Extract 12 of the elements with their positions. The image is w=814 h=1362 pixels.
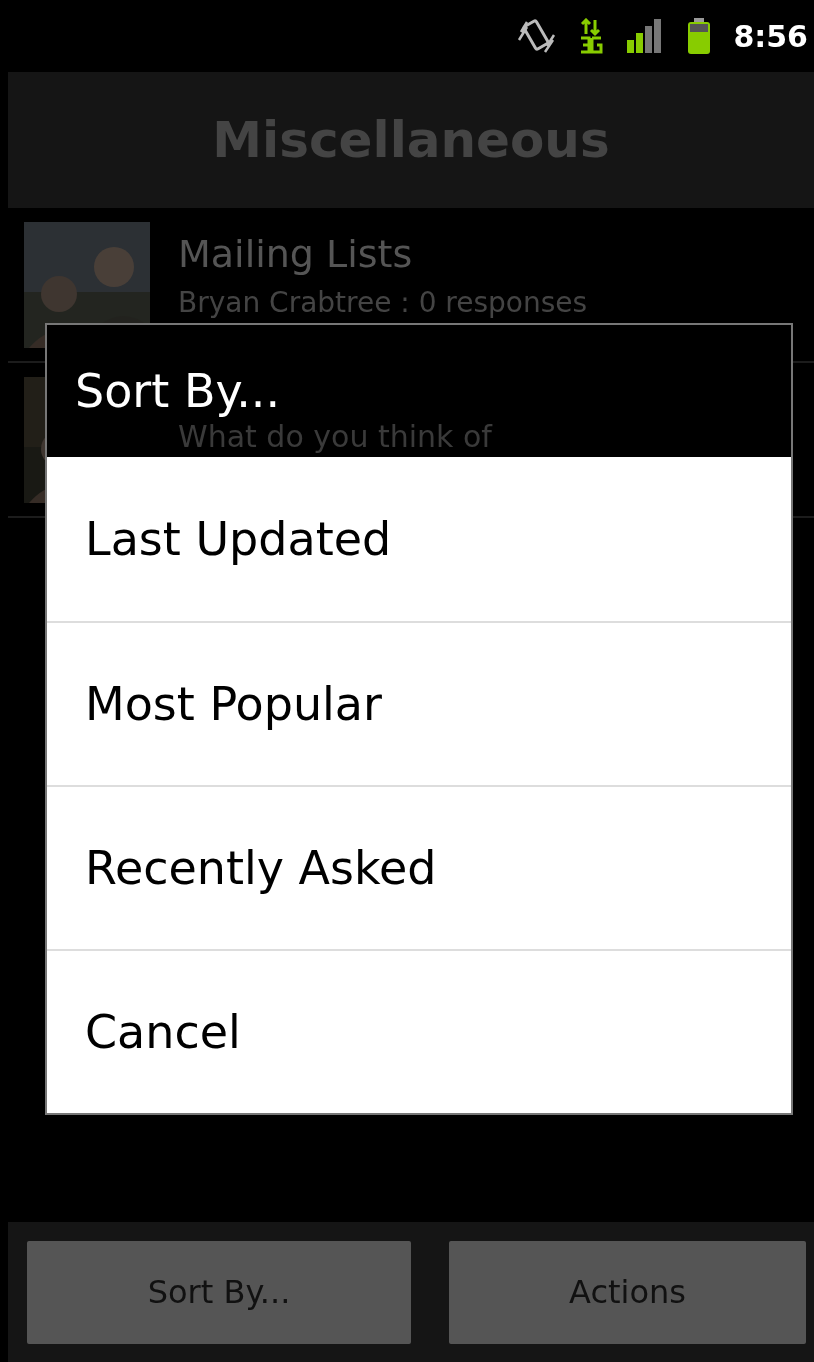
dialog-title: Sort By... bbox=[75, 364, 280, 418]
list-item-title: Mailing Lists bbox=[178, 232, 414, 276]
list-item-subtitle: Bryan Crabtree : 0 responses bbox=[178, 286, 588, 320]
data-3g-icon bbox=[579, 18, 604, 54]
dialog-option[interactable]: Last Updated bbox=[47, 457, 791, 621]
dialog-option[interactable]: Most Popular bbox=[47, 621, 791, 785]
vibrate-icon bbox=[517, 18, 558, 54]
dialog-option[interactable]: Cancel bbox=[47, 949, 791, 1113]
list-item-title: What do you think of bbox=[178, 419, 492, 455]
battery-icon bbox=[687, 17, 712, 55]
dialog-option[interactable]: Recently Asked bbox=[47, 785, 791, 949]
clock-time: 8:56 bbox=[733, 18, 808, 54]
